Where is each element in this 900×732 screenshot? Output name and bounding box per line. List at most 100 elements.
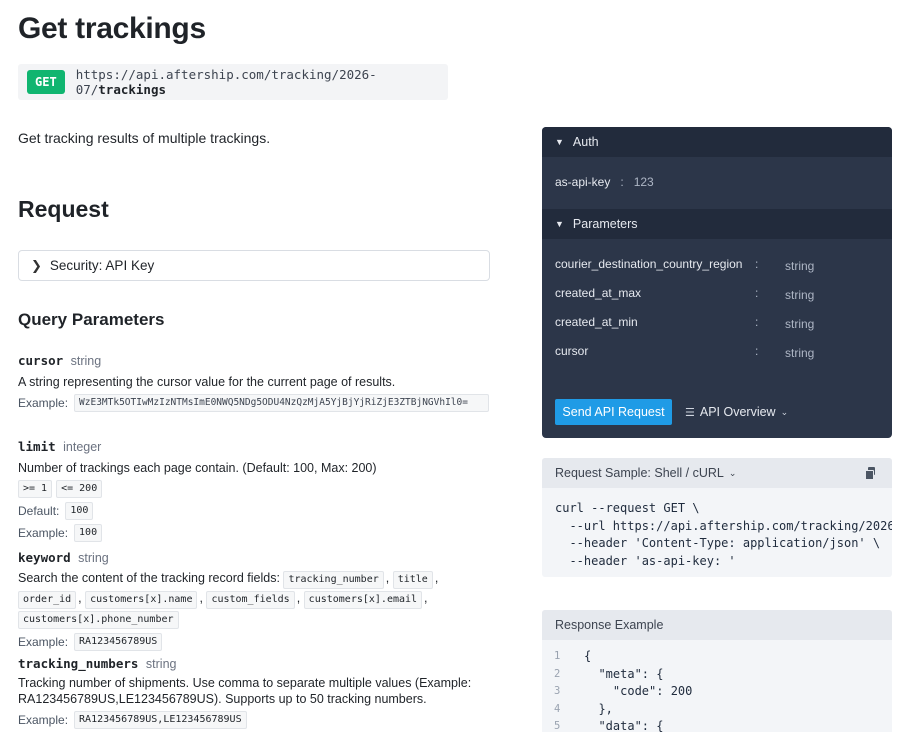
caret-down-icon: ▼ bbox=[555, 219, 564, 229]
api-overview-dropdown[interactable]: ☰ API Overview ⌄ bbox=[685, 405, 788, 419]
param-field-label: created_at_max bbox=[555, 286, 642, 300]
auth-label: Auth bbox=[572, 135, 599, 149]
param-field-colon: : bbox=[755, 257, 759, 271]
endpoint-summary: Get tracking results of multiple trackin… bbox=[18, 130, 271, 146]
code-row: 4 }, bbox=[542, 701, 892, 719]
try-it-panel: ▼ Auth as-api-key:123 ▼ Parameters couri… bbox=[542, 127, 892, 438]
code-row: 5 "data": { bbox=[542, 718, 892, 732]
example-label: Example: bbox=[18, 526, 69, 540]
request-sample-panel: Request Sample: Shell / cURL ⌄ curl --re… bbox=[542, 458, 892, 577]
param-field-label: courier_destination_country_region bbox=[555, 257, 743, 271]
param-type: integer bbox=[63, 440, 102, 454]
line-number: 5 bbox=[554, 720, 561, 732]
param-description: Number of trackings each page contain. (… bbox=[18, 461, 377, 475]
parameters-section-toggle[interactable]: ▼ Parameters bbox=[542, 209, 892, 239]
param-field-cursor[interactable]: cursor : string bbox=[555, 344, 885, 360]
field-chip: customers[x].email bbox=[303, 591, 423, 609]
param-field-colon: : bbox=[755, 315, 759, 329]
param-description: Tracking number of shipments. Use comma … bbox=[18, 676, 472, 706]
param-type: string bbox=[78, 551, 109, 565]
endpoint-url: https://api.aftership.com/tracking/2026-… bbox=[76, 67, 448, 97]
response-code: 1{ 2 "meta": { 3 "code": 200 4 }, 5 "dat… bbox=[542, 648, 892, 732]
response-example-header: Response Example bbox=[542, 610, 892, 640]
caret-down-icon: ▼ bbox=[555, 137, 564, 147]
param-field-label: cursor bbox=[555, 344, 589, 358]
code-line: "code": 200 bbox=[584, 684, 693, 698]
code-line: }, bbox=[584, 701, 613, 716]
line-number: 1 bbox=[554, 650, 561, 662]
field-chip: customers[x].name bbox=[85, 591, 198, 609]
endpoint-bar: GET https://api.aftership.com/tracking/2… bbox=[18, 64, 448, 100]
auth-section-toggle[interactable]: ▼ Auth bbox=[542, 127, 892, 157]
parameters-label: Parameters bbox=[572, 217, 638, 231]
param-type: string bbox=[70, 354, 102, 368]
page-title: Get trackings bbox=[18, 12, 206, 45]
example-label: Example: bbox=[18, 635, 69, 649]
chevron-down-icon: ⌄ bbox=[728, 467, 737, 478]
param-field-created-at-min[interactable]: created_at_min : string bbox=[555, 315, 885, 331]
api-overview-label: API Overview bbox=[699, 405, 776, 419]
example-label: Example: bbox=[18, 396, 69, 410]
min-constraint: >= 1 bbox=[18, 480, 53, 498]
param-description: A string representing the cursor value f… bbox=[18, 375, 396, 389]
auth-field[interactable]: as-api-key:123 bbox=[555, 175, 654, 189]
default-label: Default: bbox=[18, 504, 60, 518]
param-field-courier-destination[interactable]: courier_destination_country_region : str… bbox=[555, 257, 885, 273]
request-sample-header[interactable]: Request Sample: Shell / cURL ⌄ bbox=[542, 458, 892, 488]
param-type: string bbox=[145, 657, 177, 671]
code-row: 1{ bbox=[542, 648, 892, 666]
line-number: 2 bbox=[554, 667, 561, 680]
param-field-created-at-max[interactable]: created_at_max : string bbox=[555, 286, 885, 302]
param-field-colon: : bbox=[755, 286, 759, 300]
param-field-input[interactable]: string bbox=[785, 288, 814, 302]
example-value: WzE3MTk5OTIwMzIzNTMsImE0NWQ5NDg5ODU4NzQz… bbox=[74, 394, 490, 412]
code-line: --header 'Content-Type: application/json… bbox=[555, 536, 881, 550]
send-api-request-button[interactable]: Send API Request bbox=[555, 399, 672, 425]
param-keyword: keyword string Search the content of the… bbox=[18, 550, 490, 651]
example-value: 100 bbox=[74, 524, 103, 542]
line-number: 4 bbox=[554, 702, 561, 715]
security-accordion[interactable]: ❯ Security: API Key bbox=[18, 250, 490, 281]
request-sample-code: curl --request GET \ --url https://api.a… bbox=[542, 488, 892, 577]
request-heading: Request bbox=[18, 196, 109, 222]
param-field-input[interactable]: string bbox=[785, 259, 814, 273]
param-field-label: created_at_min bbox=[555, 315, 638, 329]
line-number: 3 bbox=[554, 685, 561, 697]
field-chip: customers[x].phone_number bbox=[18, 611, 179, 629]
code-line: --url https://api.aftership.com/tracking… bbox=[555, 518, 892, 533]
field-chip: order_id bbox=[18, 591, 77, 609]
code-line: --header 'as-api-key: ' bbox=[555, 553, 736, 568]
code-line: curl --request GET \ bbox=[555, 501, 700, 515]
param-description: Search the content of the tracking recor… bbox=[18, 569, 490, 629]
code-row: 3 "code": 200 bbox=[542, 683, 892, 701]
param-limit: limit integer Number of trackings each p… bbox=[18, 439, 490, 542]
param-cursor: cursor string A string representing the … bbox=[18, 353, 490, 412]
response-example-title: Response Example bbox=[555, 618, 664, 632]
list-icon: ☰ bbox=[685, 406, 695, 419]
auth-value-input[interactable]: 123 bbox=[634, 175, 654, 189]
copy-icon[interactable] bbox=[865, 467, 876, 480]
param-field-input[interactable]: string bbox=[785, 317, 814, 331]
example-label: Example: bbox=[18, 713, 69, 727]
chevron-down-icon: ⌄ bbox=[780, 406, 789, 417]
code-line: "data": { bbox=[584, 719, 664, 732]
param-name: keyword bbox=[18, 550, 71, 565]
code-line: { bbox=[584, 649, 592, 663]
example-value: RA123456789US,LE123456789US bbox=[74, 711, 247, 729]
response-example-panel: Response Example 1{ 2 "meta": { 3 "code"… bbox=[542, 610, 892, 732]
chevron-right-icon: ❯ bbox=[31, 257, 42, 273]
endpoint-url-path: trackings bbox=[98, 82, 166, 97]
security-label: Security: API Key bbox=[49, 258, 155, 273]
field-chip: title bbox=[392, 571, 433, 589]
param-tracking-numbers: tracking_numbers string Tracking number … bbox=[18, 656, 490, 729]
auth-colon: : bbox=[620, 175, 624, 189]
query-parameters-heading: Query Parameters bbox=[18, 310, 165, 329]
param-field-colon: : bbox=[755, 344, 759, 358]
example-value: RA123456789US bbox=[74, 633, 163, 651]
param-field-input[interactable]: string bbox=[785, 346, 814, 360]
field-chip: tracking_number bbox=[283, 571, 384, 589]
description-text: Search the content of the tracking recor… bbox=[18, 571, 280, 585]
auth-key-label: as-api-key bbox=[555, 175, 611, 189]
method-badge: GET bbox=[27, 70, 65, 94]
param-name: cursor bbox=[18, 353, 64, 368]
